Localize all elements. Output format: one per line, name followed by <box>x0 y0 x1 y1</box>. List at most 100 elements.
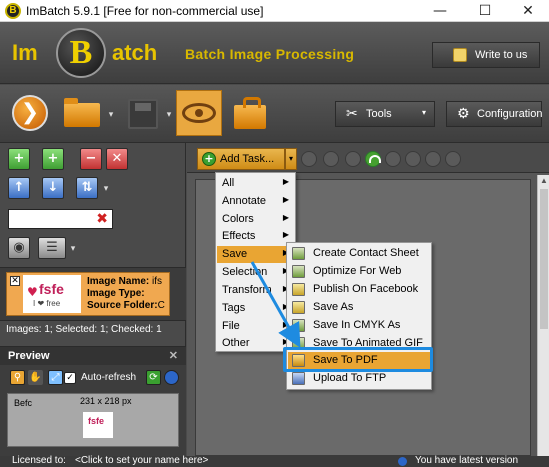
preview-header: Preview ✕ <box>0 347 186 365</box>
eye-icon <box>182 103 216 123</box>
contact-sheet-icon <box>292 247 305 260</box>
store-button[interactable] <box>228 91 272 135</box>
task-action-3[interactable] <box>345 151 361 167</box>
auto-refresh-checkbox[interactable]: ✓ <box>64 372 76 384</box>
menu-item-save-as[interactable]: Save As <box>288 299 431 316</box>
plus-icon: + <box>13 151 25 166</box>
licensee-link[interactable]: <Click to set your name here> <box>75 455 208 466</box>
menu-item-label: All <box>222 177 235 189</box>
search-input[interactable] <box>12 211 92 227</box>
menu-item-transform[interactable]: Transform▶ <box>217 282 295 299</box>
move-up-button[interactable] <box>365 151 381 167</box>
add-icon: + <box>202 152 216 166</box>
fit-button[interactable]: ⤢ <box>48 370 63 385</box>
close-button[interactable]: ✕ <box>508 0 548 22</box>
scroll-up-icon[interactable]: ▲ <box>538 175 549 187</box>
task-action-2[interactable] <box>323 151 339 167</box>
remove-image-button[interactable]: − <box>80 148 102 170</box>
preview-close-icon[interactable]: ✕ <box>169 347 178 365</box>
imbatch-window: B ImBatch 5.9.1 [Free for non-commercial… <box>0 0 549 467</box>
vertical-scrollbar[interactable]: ▲ <box>537 175 549 456</box>
menu-item-file[interactable]: File▶ <box>217 318 295 335</box>
pan-button[interactable]: ✋ <box>28 370 43 385</box>
menu-item-effects[interactable]: Effects ▶ <box>217 228 295 245</box>
minimize-button[interactable]: — <box>420 0 460 22</box>
menu-item-create-contact-sheet[interactable]: Create Contact Sheet <box>288 245 431 262</box>
save-dropdown[interactable]: ▾ <box>164 99 174 129</box>
export-list-button[interactable]: ↑ <box>8 177 30 199</box>
annotation-highlight-box <box>283 347 433 372</box>
wrench-icon: ✂ <box>346 106 358 122</box>
task-action-8[interactable] <box>445 151 461 167</box>
save-button[interactable] <box>122 91 166 135</box>
menu-item-upload-to-ftp[interactable]: Upload To FTP <box>288 370 431 387</box>
menu-item-label: Other <box>222 337 250 349</box>
menu-item-label: Save As <box>313 301 354 313</box>
ftp-icon <box>292 372 305 385</box>
magnifier-icon: ⚲ <box>13 372 22 383</box>
menu-item-save[interactable]: Save▶ <box>217 246 295 263</box>
zoom-button[interactable]: ⚲ <box>10 370 25 385</box>
view-mode-button[interactable]: ☰ <box>38 237 66 259</box>
thumbnail-view-button[interactable]: ◉ <box>8 237 30 259</box>
run-button[interactable]: ❯ <box>8 91 52 135</box>
configuration-button[interactable]: ⚙ Configuration <box>446 101 542 127</box>
image-list-item[interactable]: ✕ ♥ fsfe I ❤ free Image Name: ifs Image … <box>6 272 170 316</box>
image-name-value: ifs <box>152 276 163 287</box>
menu-item-optimize-for-web[interactable]: Optimize For Web <box>288 263 431 280</box>
update-status-icon <box>398 457 407 466</box>
add-image-button[interactable]: + <box>8 148 30 170</box>
view-mode-dropdown[interactable]: ▾ <box>68 233 78 263</box>
menu-item-all[interactable]: All ▶ <box>217 175 295 192</box>
folder-icon <box>64 98 100 127</box>
search-box[interactable]: ✖ <box>8 209 113 229</box>
sort-button[interactable]: ⇅ <box>76 177 98 199</box>
tools-button[interactable]: ✂ Tools ▾ <box>335 101 435 127</box>
open-folder-dropdown[interactable]: ▾ <box>106 99 116 129</box>
task-action-6[interactable] <box>405 151 421 167</box>
before-label: Befc <box>14 398 33 408</box>
clear-search-icon[interactable]: ✖ <box>96 211 108 227</box>
open-folder-button[interactable] <box>60 91 104 135</box>
task-toolbar: + Add Task... ▾ <box>187 143 549 173</box>
menu-item-colors[interactable]: Colors ▶ <box>217 211 295 228</box>
write-to-us-button[interactable]: Write to us <box>432 42 540 68</box>
save-as-icon <box>292 301 305 314</box>
add-task-menu: All ▶ Annotate ▶ Colors ▶ Effects ▶ Save▶ Se… <box>215 172 296 352</box>
remove-all-button[interactable]: ✕ <box>106 148 128 170</box>
task-action-1[interactable] <box>301 151 317 167</box>
menu-item-annotate[interactable]: Annotate ▶ <box>217 193 295 210</box>
image-checkbox[interactable]: ✕ <box>10 276 20 286</box>
refresh-button[interactable]: ⟳ <box>146 370 161 385</box>
menu-item-publish-on-facebook[interactable]: Publish On Facebook <box>288 281 431 298</box>
preview-toggle-button[interactable] <box>176 90 222 136</box>
import-icon: ↓ <box>47 180 59 195</box>
logo-text-left: Im <box>12 40 38 65</box>
import-list-button[interactable]: ↓ <box>42 177 64 199</box>
menu-item-selection[interactable]: Selection▶ <box>217 264 295 281</box>
menu-item-tags[interactable]: Tags▶ <box>217 300 295 317</box>
licensed-to-label: Licensed to: <box>12 455 66 466</box>
preview-image-text: fsfe <box>88 416 105 426</box>
preview-panel: Preview ✕ ⚲ ✋ ⤢ ✓ Auto-refresh ⟳ Befc 23… <box>0 346 186 456</box>
menu-item-label: Tags <box>222 302 246 314</box>
menu-item-label: Colors <box>222 213 254 225</box>
maximize-button[interactable]: ☐ <box>465 0 505 22</box>
task-action-5[interactable] <box>385 151 401 167</box>
add-task-button[interactable]: + Add Task... <box>197 148 285 170</box>
menu-item-save-in-cmyk-as[interactable]: Save In CMYK As <box>288 317 431 334</box>
image-thumbnail: ♥ fsfe I ❤ free <box>23 275 81 313</box>
floppy-icon <box>128 99 158 129</box>
camera-icon: ◉ <box>13 240 25 255</box>
globe-button[interactable] <box>164 370 179 385</box>
task-action-7[interactable] <box>425 151 441 167</box>
checkmark-icon: ✓ <box>66 373 74 383</box>
add-folder-button[interactable]: + <box>42 148 64 170</box>
scrollbar-thumb[interactable] <box>540 189 548 329</box>
minus-icon: − <box>85 151 97 166</box>
image-info: Image Name: ifs Image Type: Source Folde… <box>87 276 171 314</box>
sort-dropdown[interactable]: ▾ <box>101 173 111 203</box>
add-task-dropdown[interactable]: ▾ <box>285 148 297 170</box>
hand-icon: ✋ <box>29 372 42 383</box>
image-count-status: Images: 1; Selected: 1; Checked: 1 <box>6 324 162 335</box>
